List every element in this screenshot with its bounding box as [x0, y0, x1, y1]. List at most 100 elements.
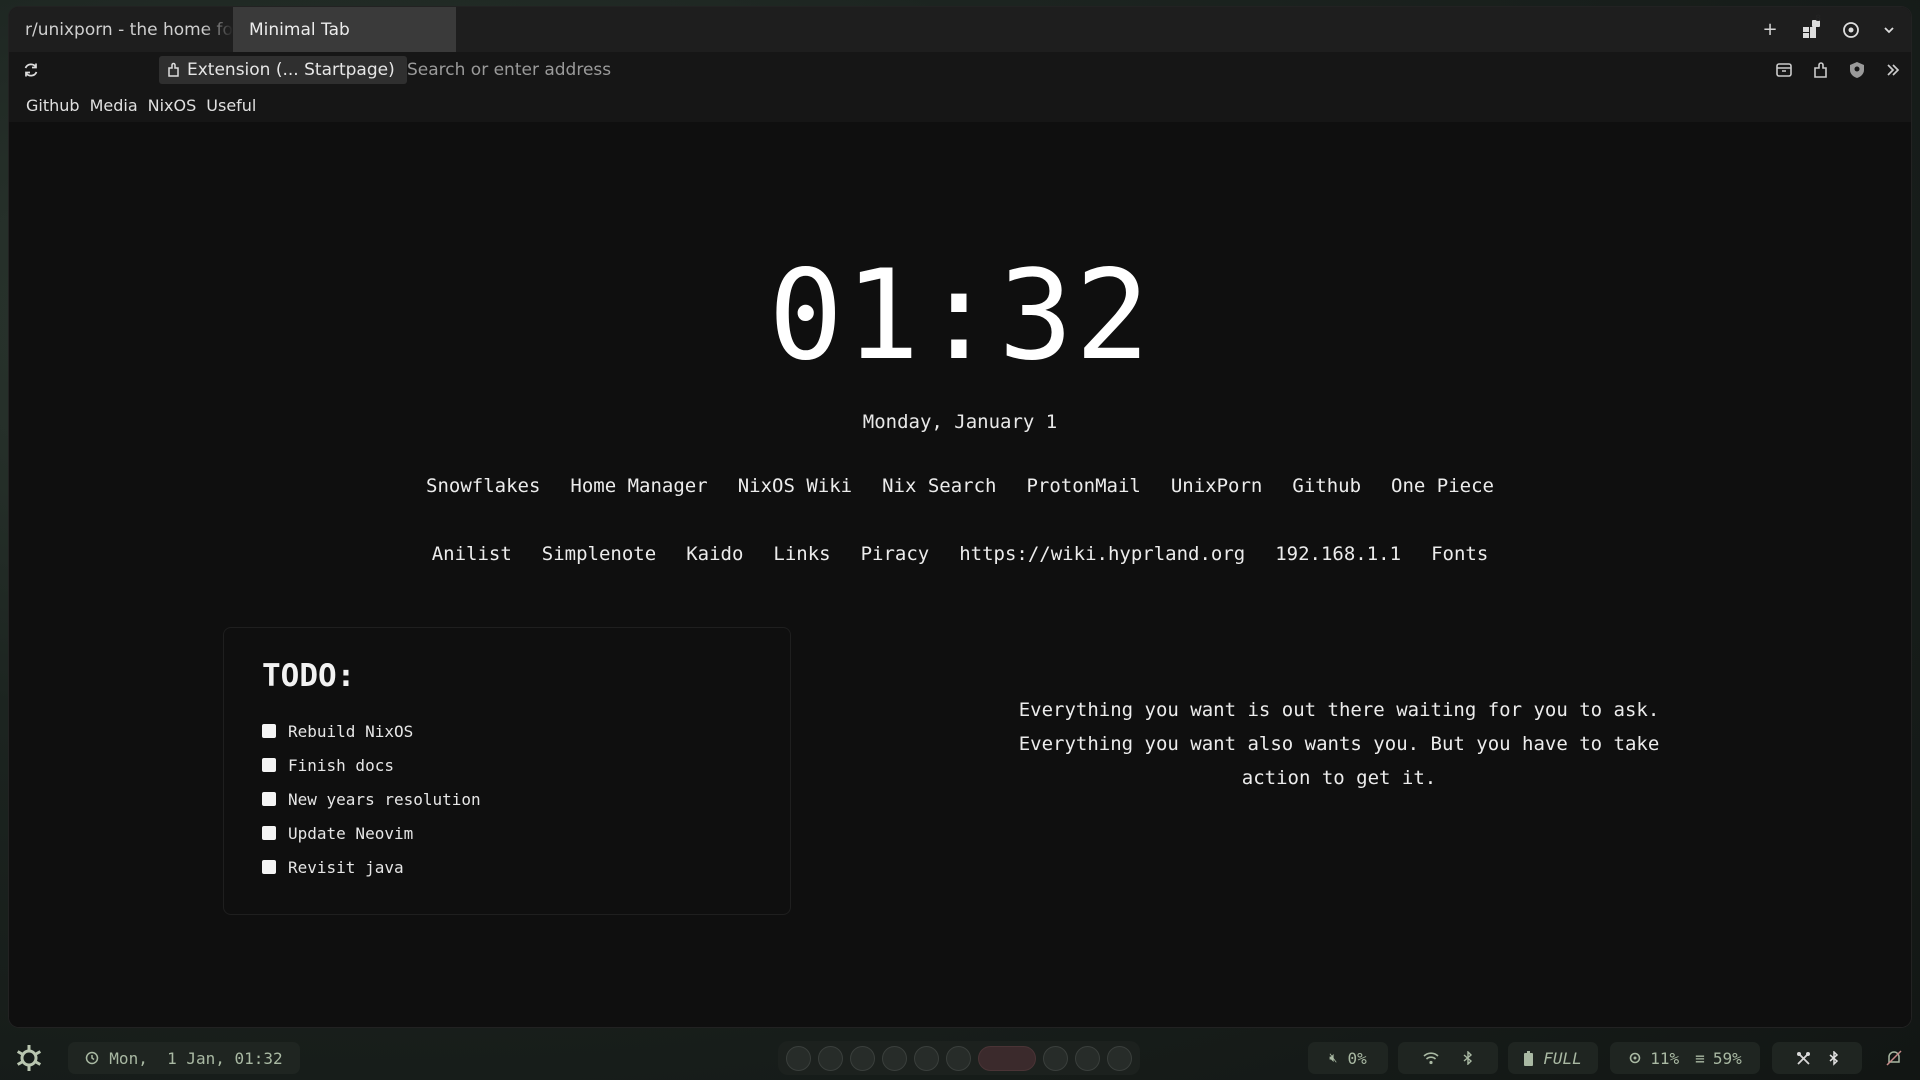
- tab-list-dropdown[interactable]: [1871, 7, 1907, 52]
- link-piracy[interactable]: Piracy: [861, 543, 930, 565]
- link-home-manager[interactable]: Home Manager: [570, 475, 707, 497]
- plus-icon: +: [1762, 19, 1778, 40]
- reload-icon: [24, 63, 38, 77]
- link-kaido[interactable]: Kaido: [686, 543, 743, 565]
- date-display: Monday, January 1: [862, 411, 1058, 433]
- todo-item[interactable]: Update Neovim: [262, 816, 752, 850]
- launcher-button[interactable]: [10, 1042, 48, 1074]
- link-anilist[interactable]: Anilist: [432, 543, 512, 565]
- cpu-usage: 11%: [1650, 1048, 1680, 1068]
- todo-item-label: Update Neovim: [288, 823, 414, 843]
- todo-item[interactable]: Revisit java: [262, 850, 752, 884]
- save-to-list-icon: [1776, 63, 1792, 77]
- memory-usage: 59%: [1712, 1048, 1742, 1068]
- quick-links-row-1: Snowflakes Home Manager NixOS Wiki Nix S…: [9, 475, 1911, 497]
- tab-label: r/unixporn - the home fo: [25, 19, 233, 40]
- bookmarks-toolbar: Github Media NixOS Useful: [9, 88, 1911, 122]
- link-links[interactable]: Links: [773, 543, 830, 565]
- battery-icon: [1524, 1050, 1534, 1066]
- tab-minimal-tab[interactable]: Minimal Tab: [233, 7, 456, 52]
- chevron-down-icon: [1884, 26, 1894, 33]
- puzzle-icon: [1814, 62, 1827, 78]
- tab-overview-button[interactable]: 8: [1793, 7, 1829, 52]
- workspace-1[interactable]: [786, 1045, 811, 1071]
- volume-module[interactable]: 🔇︎ 0%: [1308, 1042, 1388, 1074]
- link-simplenote[interactable]: Simplenote: [542, 543, 656, 565]
- motivational-quote: Everything you want is out there waiting…: [1018, 699, 1660, 789]
- todo-checkbox[interactable]: [262, 826, 276, 840]
- todo-item-label: New years resolution: [288, 789, 481, 809]
- tab-count-badge: 8: [1815, 14, 1822, 24]
- workspace-8[interactable]: [1043, 1045, 1068, 1071]
- new-tab-button[interactable]: +: [1752, 7, 1788, 52]
- clock-display: 01:32: [768, 244, 1152, 388]
- todo-item-label: Finish docs: [288, 755, 394, 775]
- privacy-extension-button[interactable]: [1843, 56, 1871, 84]
- todo-checkbox[interactable]: [262, 758, 276, 772]
- todo-item-label: Revisit java: [288, 857, 404, 877]
- todo-item[interactable]: Rebuild NixOS: [262, 714, 752, 748]
- status-datetime: Mon, 1 Jan, 01:32: [109, 1048, 283, 1068]
- link-protonmail[interactable]: ProtonMail: [1026, 475, 1140, 497]
- battery-module[interactable]: FULL: [1508, 1042, 1598, 1074]
- extension-icon: [168, 62, 179, 77]
- link-router-ip[interactable]: 192.168.1.1: [1275, 543, 1401, 565]
- tab-unixporn[interactable]: r/unixporn - the home fo: [9, 7, 233, 52]
- cpu-icon: [1629, 1052, 1641, 1064]
- reload-button[interactable]: [17, 56, 45, 84]
- link-nixos-wiki[interactable]: NixOS Wiki: [738, 475, 852, 497]
- resources-module[interactable]: 11% ≡ 59%: [1610, 1042, 1760, 1074]
- link-one-piece[interactable]: One Piece: [1391, 475, 1494, 497]
- link-snowflakes[interactable]: Snowflakes: [426, 475, 540, 497]
- speaker-muted-icon: 🔇︎: [1329, 1050, 1338, 1066]
- tools-icon[interactable]: [1796, 1051, 1811, 1066]
- quick-links-row-2: Anilist Simplenote Kaido Links Piracy ht…: [9, 543, 1911, 565]
- bookmark-nixos[interactable]: NixOS: [143, 96, 202, 115]
- workspace-3[interactable]: [850, 1045, 875, 1071]
- wifi-icon: [1423, 1052, 1439, 1065]
- extension-identity-chip[interactable]: Extension (... Startpage): [159, 56, 407, 84]
- workspace-7-active[interactable]: [978, 1045, 1036, 1071]
- nixos-snowflake-icon: [16, 1045, 42, 1071]
- link-hyprland-wiki[interactable]: https://wiki.hyprland.org: [959, 543, 1245, 565]
- overflow-menu-button[interactable]: [1879, 56, 1907, 84]
- workspace-10[interactable]: [1107, 1045, 1132, 1071]
- bookmark-useful[interactable]: Useful: [201, 96, 261, 115]
- navigation-bar: Extension (... Startpage): [9, 52, 1911, 88]
- todo-item-label: Rebuild NixOS: [288, 721, 414, 741]
- workspace-5[interactable]: [914, 1045, 939, 1071]
- link-unixporn[interactable]: UnixPorn: [1171, 475, 1263, 497]
- notifications-button[interactable]: [1882, 1046, 1906, 1070]
- bookmark-github[interactable]: Github: [21, 96, 85, 115]
- tab-strip: r/unixporn - the home fo Minimal Tab + 8: [9, 7, 1911, 52]
- extensions-button[interactable]: [1807, 56, 1835, 84]
- system-status-bar: Mon, 1 Jan, 01:32 🔇︎ 0% FULL 11% ≡ 59%: [0, 1036, 1920, 1080]
- bookmark-media[interactable]: Media: [85, 96, 143, 115]
- extension-chip-label: Extension (... Startpage): [187, 60, 395, 80]
- link-fonts[interactable]: Fonts: [1431, 543, 1488, 565]
- bluetooth-tray-icon[interactable]: [1829, 1050, 1839, 1066]
- todo-checkbox[interactable]: [262, 724, 276, 738]
- clock-icon: [86, 1051, 99, 1065]
- address-bar-input[interactable]: [407, 56, 1107, 84]
- shield-icon: [1850, 62, 1864, 78]
- todo-checkbox[interactable]: [262, 792, 276, 806]
- tab-label: Minimal Tab: [249, 19, 350, 40]
- link-nix-search[interactable]: Nix Search: [882, 475, 996, 497]
- clock-module[interactable]: Mon, 1 Jan, 01:32: [68, 1042, 300, 1074]
- double-chevron-right-icon: [1887, 64, 1900, 76]
- network-module[interactable]: [1398, 1042, 1498, 1074]
- battery-status: FULL: [1543, 1048, 1582, 1068]
- pocket-button[interactable]: [1770, 56, 1798, 84]
- workspace-9[interactable]: [1075, 1045, 1100, 1071]
- todo-item[interactable]: Finish docs: [262, 748, 752, 782]
- workspace-6[interactable]: [946, 1045, 971, 1071]
- todo-item[interactable]: New years resolution: [262, 782, 752, 816]
- workspace-4[interactable]: [882, 1045, 907, 1071]
- memory-icon: ≡: [1695, 1048, 1705, 1068]
- account-button[interactable]: [1833, 7, 1869, 52]
- todo-checkbox[interactable]: [262, 860, 276, 874]
- todo-card: TODO: Rebuild NixOS Finish docs New year…: [223, 627, 791, 915]
- workspace-2[interactable]: [818, 1045, 843, 1071]
- link-github[interactable]: Github: [1292, 475, 1361, 497]
